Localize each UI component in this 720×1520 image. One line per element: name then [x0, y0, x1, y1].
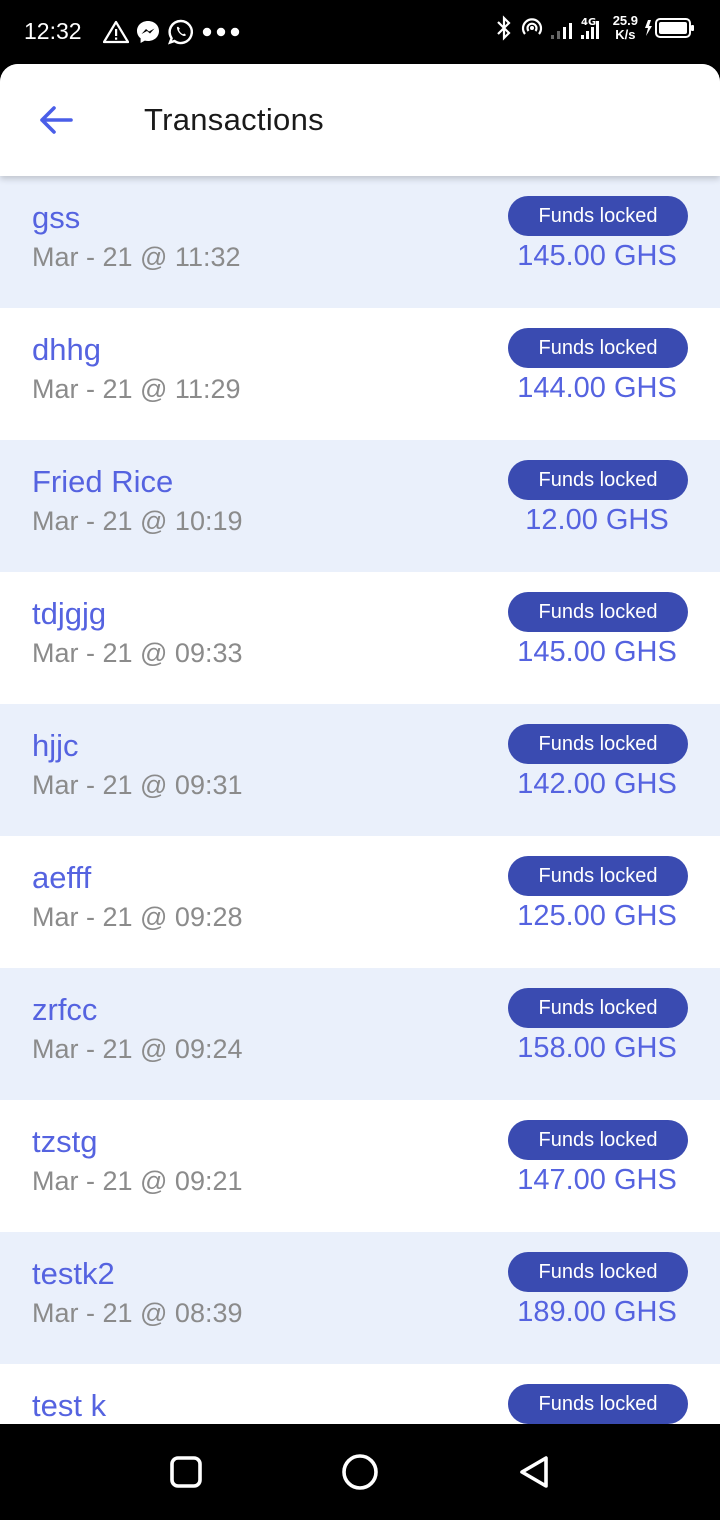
status-bar: 12:32 4G 25.9 K/s — [0, 0, 720, 64]
transaction-row[interactable]: tzstg Mar - 21 @ 09:21 Funds locked 147.… — [0, 1100, 720, 1232]
status-badge: Funds locked — [508, 196, 688, 236]
transaction-date: Mar - 21 @ 09:21 — [32, 1166, 243, 1196]
transaction-date: Mar - 21 @ 09:33 — [32, 638, 243, 668]
app-bar: Transactions — [0, 64, 720, 176]
speed-unit: K/s — [615, 27, 636, 42]
system-icons: 4G 25.9 K/s — [495, 14, 696, 42]
warning-icon — [103, 20, 129, 44]
navigation-bar — [0, 1424, 720, 1520]
signal-icon: 4G — [550, 17, 599, 39]
page-title: Transactions — [144, 102, 324, 137]
transaction-row[interactable]: Fried Rice Mar - 21 @ 10:19 Funds locked… — [0, 440, 720, 572]
transaction-date: Mar - 21 @ 09:28 — [32, 902, 243, 932]
status-badge: Funds locked — [508, 460, 688, 500]
back-triangle-icon — [520, 1456, 548, 1488]
speed-value: 25.9 — [612, 13, 638, 28]
transaction-amount: 125.00 GHS — [517, 900, 677, 932]
transaction-amount: 147.00 GHS — [517, 1164, 677, 1196]
back-button[interactable] — [30, 97, 82, 143]
home-button[interactable] — [338, 1450, 382, 1494]
transaction-amount: 142.00 GHS — [517, 768, 677, 800]
status-badge: Funds locked — [508, 1252, 688, 1292]
status-badge: Funds locked — [508, 1120, 688, 1160]
transaction-list[interactable]: gss Mar - 21 @ 11:32 Funds locked 145.00… — [0, 176, 720, 1424]
transaction-amount: 12.00 GHS — [525, 504, 669, 536]
transaction-name: test k — [32, 1388, 107, 1423]
transaction-date: Mar - 21 @ 11:32 — [32, 242, 241, 272]
nav-back-button[interactable] — [512, 1450, 556, 1494]
transaction-date: Mar - 21 @ 09:24 — [32, 1034, 243, 1064]
status-badge: Funds locked — [508, 328, 688, 368]
battery-icon — [645, 18, 694, 38]
bluetooth-icon — [496, 15, 511, 41]
home-circle-icon — [342, 1454, 378, 1490]
recents-button[interactable] — [164, 1450, 208, 1494]
transaction-date: Mar - 21 @ 11:29 — [32, 374, 241, 404]
transaction-amount: 144.00 GHS — [517, 372, 677, 404]
messenger-icon — [137, 21, 159, 43]
network-type: 4G — [581, 17, 596, 28]
more-dots-icon — [202, 27, 240, 37]
whatsapp-icon — [167, 19, 194, 45]
recents-square-icon — [170, 1456, 202, 1488]
notification-icons — [103, 18, 241, 46]
transactions-screen: Transactions gss Mar - 21 @ 11:32 Funds … — [0, 64, 720, 1424]
transaction-row[interactable]: aefff Mar - 21 @ 09:28 Funds locked 125.… — [0, 836, 720, 968]
status-time: 12:32 — [24, 18, 82, 44]
transaction-name: tdjgjg — [32, 596, 107, 631]
transaction-amount: 145.00 GHS — [517, 240, 677, 272]
status-badge: Funds locked — [508, 592, 688, 632]
transaction-amount: 189.00 GHS — [517, 1296, 677, 1328]
transaction-row[interactable]: tdjgjg Mar - 21 @ 09:33 Funds locked 145… — [0, 572, 720, 704]
status-badge: Funds locked — [508, 988, 688, 1028]
arrow-left-icon — [40, 106, 73, 134]
transaction-name: dhhg — [32, 332, 101, 367]
transaction-row[interactable]: test k Funds locked — [0, 1364, 720, 1424]
transaction-amount: 145.00 GHS — [517, 636, 677, 668]
transaction-name: tzstg — [32, 1124, 98, 1159]
network-speed: 25.9 K/s — [613, 14, 638, 42]
status-badge: Funds locked — [508, 1384, 688, 1424]
transaction-row[interactable]: zrfcc Mar - 21 @ 09:24 Funds locked 158.… — [0, 968, 720, 1100]
transaction-name: gss — [32, 200, 81, 235]
transaction-name: Fried Rice — [32, 464, 174, 499]
status-badge: Funds locked — [508, 856, 688, 896]
hotspot-icon — [521, 18, 542, 35]
status-badge: Funds locked — [508, 724, 688, 764]
transaction-date: Mar - 21 @ 08:39 — [32, 1298, 243, 1328]
transaction-name: testk2 — [32, 1256, 115, 1291]
transaction-name: hjjc — [32, 728, 79, 763]
transaction-date: Mar - 21 @ 10:19 — [32, 506, 243, 536]
transaction-row[interactable]: testk2 Mar - 21 @ 08:39 Funds locked 189… — [0, 1232, 720, 1364]
transaction-name: zrfcc — [32, 992, 98, 1027]
transaction-row[interactable]: dhhg Mar - 21 @ 11:29 Funds locked 144.0… — [0, 308, 720, 440]
transaction-row[interactable]: hjjc Mar - 21 @ 09:31 Funds locked 142.0… — [0, 704, 720, 836]
transaction-row[interactable]: gss Mar - 21 @ 11:32 Funds locked 145.00… — [0, 176, 720, 308]
transaction-amount: 158.00 GHS — [517, 1032, 677, 1064]
transaction-date: Mar - 21 @ 09:31 — [32, 770, 243, 800]
transaction-name: aefff — [32, 860, 92, 895]
